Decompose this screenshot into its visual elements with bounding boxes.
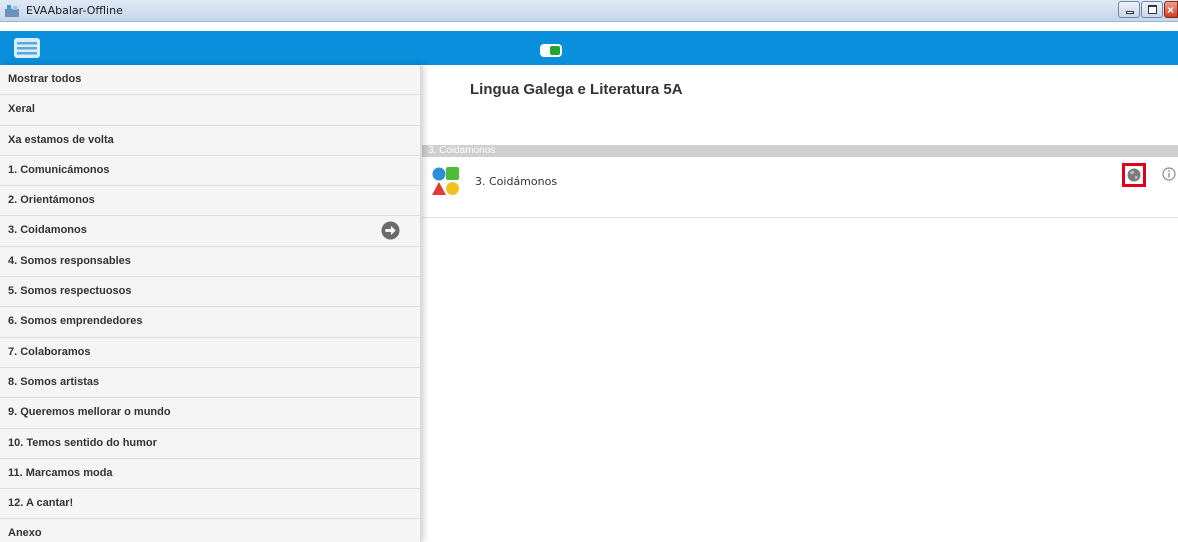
resource-title: 3. Coidámonos (475, 175, 558, 188)
section-header: 3. Coidamonos (422, 145, 1178, 157)
arrow-right-circle-icon[interactable] (381, 221, 400, 241)
sidebar-item-label: 1. Comunicámonos (8, 163, 110, 176)
window-titlebar: EVAAbalar-Offline × (0, 0, 1178, 22)
sidebar-item-label: 2. Orientámonos (8, 194, 95, 207)
close-icon: × (1167, 3, 1175, 17)
toggle-knob (550, 46, 560, 55)
sidebar-item-label: Mostrar todos (8, 73, 82, 85)
restore-icon (1148, 5, 1157, 14)
sidebar-item-marcamos-moda[interactable]: 11. Marcamos moda (0, 459, 420, 490)
globe-icon (1127, 168, 1141, 182)
page-title: Lingua Galega e Literatura 5A (470, 81, 683, 98)
sidebar-item-label: Anexo (8, 527, 42, 540)
app-window-icon (5, 5, 19, 17)
maximize-button[interactable] (1141, 1, 1163, 18)
sidebar-item-label: 7. Colaboramos (8, 345, 91, 358)
sidebar-item-coidamonos[interactable]: 3. Coidamonos (0, 216, 420, 247)
sidebar-item-label: Xa estamos de volta (8, 133, 114, 146)
sidebar-item-label: 5. Somos respectuosos (8, 285, 132, 298)
window-title: EVAAbalar-Offline (26, 4, 123, 17)
main-content: Lingua Galega e Literatura 5A 3. Coidamo… (422, 65, 1178, 542)
sidebar-item-temos-sentido-do-humor[interactable]: 10. Temos sentido do humor (0, 429, 420, 459)
sidebar-item-xa-estamos-de-volta[interactable]: Xa estamos de volta (0, 126, 420, 156)
sidebar-item-label: Xeral (8, 103, 35, 116)
sidebar-item-somos-respectuosos[interactable]: 5. Somos respectuosos (0, 277, 420, 308)
sidebar-item-somos-responsables[interactable]: 4. Somos responsables (0, 247, 420, 278)
sidebar-item-comunicamonos[interactable]: 1. Comunicámonos (0, 156, 420, 187)
sidebar-item-label: 12. A cantar! (8, 497, 74, 510)
sidebar-item-mostrar-todos[interactable]: Mostrar todos (0, 65, 420, 96)
sidebar-item-colaboramos[interactable]: 7. Colaboramos (0, 338, 420, 368)
sidebar-item-xeral[interactable]: Xeral (0, 95, 420, 126)
sidebar-item-label: 3. Coidamonos (8, 224, 87, 237)
shapes-activity-icon (432, 167, 459, 195)
minimize-button[interactable] (1118, 1, 1140, 18)
sidebar-item-label: 8. Somos artistas (8, 375, 100, 388)
window-controls: × (1117, 1, 1178, 19)
sidebar-item-label: 9. Queremos mellorar o mundo (8, 406, 171, 419)
sidebar-item-label: 10. Temos sentido do humor (8, 436, 157, 449)
sidebar-item-label: 11. Marcamos moda (8, 466, 113, 479)
sidebar-item-somos-emprendedores[interactable]: 6. Somos emprendedores (0, 307, 420, 338)
minimize-icon (1126, 11, 1134, 14)
offline-toggle[interactable] (540, 44, 562, 57)
sidebar-item-somos-artistas[interactable]: 8. Somos artistas (0, 368, 420, 399)
sidebar-item-label: 6. Somos emprendedores (8, 315, 143, 328)
close-button[interactable]: × (1164, 1, 1178, 18)
app-header (0, 31, 1178, 65)
sidebar-item-anexo[interactable]: Anexo (0, 519, 420, 542)
info-icon[interactable] (1162, 167, 1176, 181)
sidebar: Mostrar todos Xeral Xa estamos de volta … (0, 65, 421, 542)
sidebar-item-queremos-mellorar-o-mundo[interactable]: 9. Queremos mellorar o mundo (0, 398, 420, 429)
open-online-button[interactable] (1122, 163, 1146, 187)
menu-list-icon[interactable] (14, 38, 40, 58)
sidebar-item-a-cantar[interactable]: 12. A cantar! (0, 489, 420, 520)
sidebar-item-label: 4. Somos responsables (8, 254, 131, 267)
sidebar-item-orientamonos[interactable]: 2. Orientámonos (0, 186, 420, 217)
resource-row[interactable]: 3. Coidámonos (422, 157, 1178, 218)
